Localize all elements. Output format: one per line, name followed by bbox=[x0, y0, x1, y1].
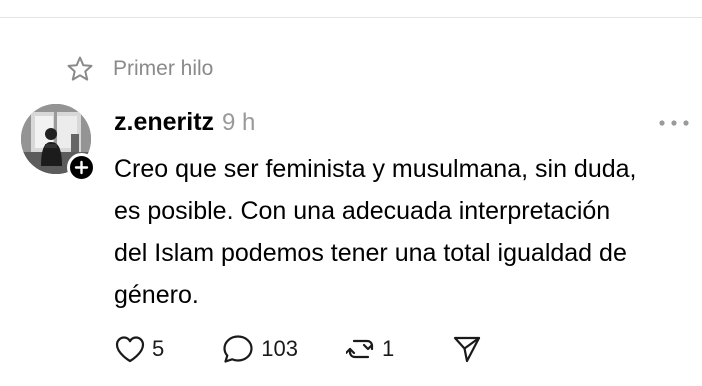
repost-button[interactable]: 1 bbox=[345, 334, 395, 364]
top-divider bbox=[0, 17, 702, 18]
post-body-line: es posible. Con una adecuada interpretac… bbox=[114, 197, 611, 225]
post-actions: 5 103 1 bbox=[114, 332, 482, 366]
comment-bubble-icon bbox=[223, 335, 253, 363]
post-body-line: del Islam podemos tener una total iguald… bbox=[114, 239, 627, 267]
share-button[interactable] bbox=[452, 334, 482, 364]
post-body: Creo que ser feminista y musulmana, sin … bbox=[114, 148, 699, 316]
post-body-line: Creo que ser feminista y musulmana, sin … bbox=[114, 155, 637, 183]
like-count: 5 bbox=[152, 336, 165, 361]
reply-button[interactable]: 103 bbox=[221, 333, 298, 365]
more-options-button[interactable] bbox=[656, 111, 692, 135]
heart-icon bbox=[115, 336, 145, 363]
star-icon bbox=[67, 56, 93, 81]
ellipsis-icon bbox=[659, 120, 689, 126]
avatar-container[interactable] bbox=[21, 104, 96, 182]
follow-button[interactable] bbox=[67, 153, 96, 182]
thread-label-text: Primer hilo bbox=[113, 57, 214, 80]
username-link[interactable]: z.eneritz bbox=[114, 108, 214, 137]
post-header: z.eneritz 9 h bbox=[114, 108, 255, 140]
like-button[interactable]: 5 bbox=[114, 334, 164, 364]
plus-icon bbox=[74, 160, 89, 175]
repost-icon bbox=[345, 339, 374, 359]
send-icon bbox=[454, 336, 481, 363]
post-body-line: género. bbox=[114, 281, 199, 309]
post-timestamp: 9 h bbox=[222, 109, 256, 136]
reply-count: 103 bbox=[261, 336, 298, 361]
repost-count: 1 bbox=[381, 336, 395, 361]
thread-label: Primer hilo bbox=[66, 54, 213, 84]
